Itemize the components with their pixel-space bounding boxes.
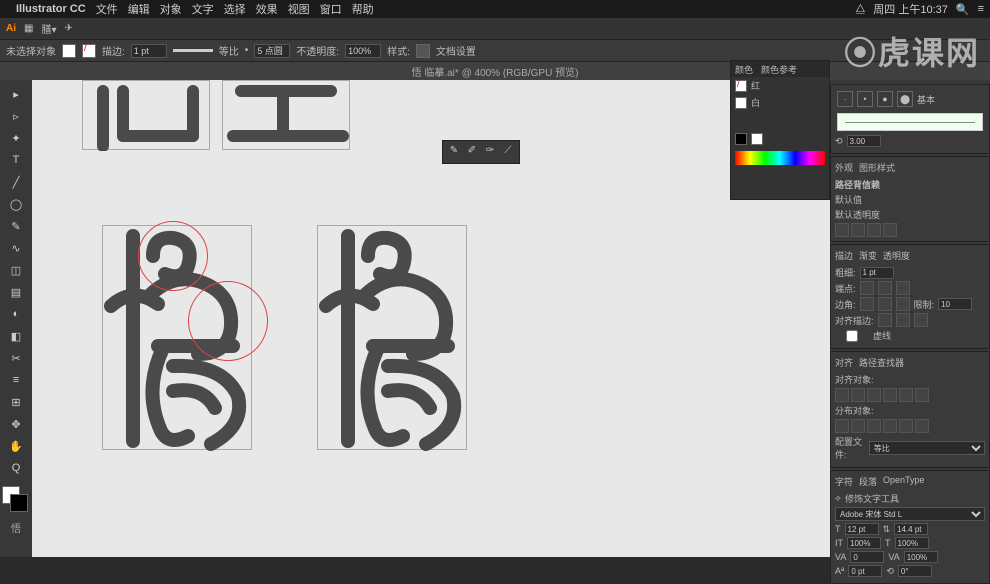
leading[interactable] xyxy=(894,523,928,535)
brush-preset-4[interactable]: ⬤ xyxy=(897,91,913,107)
float-tool-3[interactable]: ✑ xyxy=(483,145,497,159)
brush-def-input[interactable] xyxy=(254,44,290,58)
opacity-input[interactable] xyxy=(345,44,381,58)
brush-size-input[interactable] xyxy=(847,135,881,147)
style-swatch[interactable] xyxy=(416,44,430,58)
menu-type[interactable]: 文字 xyxy=(192,1,214,17)
hscale[interactable] xyxy=(895,537,929,549)
toolbox: ▸ ▹ ✦ T ╱ ◯ ✎ ∿ ◫ ▤ ◐ ◧ ✂ ≡ ⊞ ✥ ✋ Q 悟 xyxy=(0,80,32,557)
appearance-panel[interactable]: 外观图形样式 路径背信赖 默认值 默认透明度 xyxy=(830,156,990,242)
menu-edit[interactable]: 编辑 xyxy=(128,1,150,17)
menu-file[interactable]: 文件 xyxy=(96,1,118,17)
artboard-top-1[interactable] xyxy=(82,80,210,150)
slice-tool[interactable]: ✥ xyxy=(2,414,30,434)
menu-help[interactable]: 帮助 xyxy=(352,1,374,17)
vscale[interactable] xyxy=(847,537,881,549)
stroke-weight-input[interactable] xyxy=(131,44,167,58)
hand-tool[interactable]: ✋ xyxy=(2,436,30,456)
brush-preset-1[interactable]: · xyxy=(837,91,853,107)
wifi-icon[interactable]: ⧋ xyxy=(855,3,865,16)
color-panel[interactable]: 颜色颜色参考 /红 白 xyxy=(730,60,830,200)
uniform-label[interactable]: 等比 xyxy=(219,43,239,58)
line-tool[interactable]: ╱ xyxy=(2,172,30,192)
clock: 周四 上午10:37 xyxy=(873,1,948,17)
character-panel[interactable]: 字符段落OpenType ⟡修饰文字工具 Adobe 宋体 Std L T⇅ I… xyxy=(830,470,990,584)
zoom-tool[interactable]: Q xyxy=(2,458,30,478)
appearance-title: 路径背信赖 xyxy=(835,178,880,191)
brush-stroke-preview[interactable] xyxy=(837,113,983,131)
stroke-weight[interactable] xyxy=(860,267,894,279)
guide-circle-2[interactable] xyxy=(188,281,268,361)
scale-tool[interactable]: ▤ xyxy=(2,282,30,302)
float-tool-4[interactable]: ⟋ xyxy=(501,145,515,159)
brush-preset-3[interactable]: ● xyxy=(877,91,893,107)
paintbrush-tool[interactable]: ✎ xyxy=(2,216,30,236)
stroke-swatch[interactable]: / xyxy=(82,44,96,58)
float-tool-1[interactable]: ✎ xyxy=(447,145,461,159)
search-icon[interactable]: 🔍 xyxy=(956,3,970,16)
document-tab[interactable]: 悟 临摹.ai* @ 400% (RGB/GPU 预览) xyxy=(412,64,579,79)
brush-basic-label: 基本 xyxy=(917,93,935,106)
color-spectrum[interactable] xyxy=(735,151,825,165)
menu-select[interactable]: 选择 xyxy=(224,1,246,17)
stroke-label: 描边: xyxy=(102,43,125,58)
bridge-icon[interactable]: ▦ xyxy=(24,23,33,34)
menu-object[interactable]: 对象 xyxy=(160,1,182,17)
canvas-small-label: 悟 xyxy=(0,520,32,535)
pencil-tool[interactable]: ∿ xyxy=(2,238,30,258)
right-panels: · • ● ⬤ 基本 ⟲ 外观图形样式 路径背信赖 默认值 默认透明度 描边渐变… xyxy=(830,80,990,557)
artboard-tool[interactable]: ⊞ xyxy=(2,392,30,412)
font-size[interactable] xyxy=(845,523,879,535)
align-panel[interactable]: 对齐路径查找器 对齐对象: 分布对象: 配置文件:等比 xyxy=(830,351,990,468)
symbol-tool[interactable]: ≡ xyxy=(2,370,30,390)
miter-limit[interactable] xyxy=(938,298,972,310)
transform-select[interactable]: 等比 xyxy=(869,441,985,455)
arrange-icon[interactable]: ✈ xyxy=(64,23,72,34)
menu-view[interactable]: 视图 xyxy=(288,1,310,17)
shape-builder-tool[interactable]: ◧ xyxy=(2,326,30,346)
dash-checkbox[interactable] xyxy=(835,330,869,342)
direct-selection-tool[interactable]: ▹ xyxy=(2,106,30,126)
rotation[interactable] xyxy=(898,565,932,577)
tracking[interactable] xyxy=(904,551,938,563)
float-tool-2[interactable]: ✐ xyxy=(465,145,479,159)
no-selection-label: 未选择对象 xyxy=(6,43,56,58)
width-tool[interactable]: ◐ xyxy=(2,304,30,324)
shape-tool[interactable]: ◯ xyxy=(2,194,30,214)
document-tab-bar: 悟 临摹.ai* @ 400% (RGB/GPU 预览) xyxy=(0,62,990,80)
rotate-tool[interactable]: ◫ xyxy=(2,260,30,280)
control-bar: 未选择对象 / 描边: 等比 • 不透明度: 样式: 文档设置 xyxy=(0,40,990,62)
style-label: 样式: xyxy=(387,43,410,58)
baseline[interactable] xyxy=(848,565,882,577)
doc-setup-button[interactable]: 文档设置 xyxy=(436,43,476,58)
type-tool[interactable]: T xyxy=(2,150,30,170)
artboard-main-2[interactable] xyxy=(317,225,467,450)
opacity-label: 不透明度: xyxy=(296,43,339,58)
artboard-top-2[interactable] xyxy=(222,80,350,150)
doc-bar: Ai ▦ 膳▾ ✈ xyxy=(0,18,990,40)
artboard-main-1[interactable] xyxy=(102,225,252,450)
kerning[interactable] xyxy=(850,551,884,563)
scissors-tool[interactable]: ✂ xyxy=(2,348,30,368)
floating-tool-panel[interactable]: ✎ ✐ ✑ ⟋ xyxy=(442,140,520,164)
menu-icon[interactable]: ≡ xyxy=(978,3,984,15)
selection-tool[interactable]: ▸ xyxy=(2,84,30,104)
layout-dd[interactable]: 膳▾ xyxy=(41,21,56,36)
fill-swatch[interactable] xyxy=(62,44,76,58)
stroke-preview[interactable] xyxy=(173,49,213,52)
brush-preset-2[interactable]: • xyxy=(857,91,873,107)
stroke-panel[interactable]: 描边渐变透明度 粗细: 端点: 边角:限制: 对齐描边: 虚线 xyxy=(830,244,990,349)
menu-effect[interactable]: 效果 xyxy=(256,1,278,17)
guide-circle-1[interactable] xyxy=(138,221,208,291)
ai-logo: Ai xyxy=(6,23,16,34)
canvas[interactable]: ✎ ✐ ✑ ⟋ xyxy=(32,80,830,557)
color-swatches[interactable] xyxy=(0,486,28,514)
menu-window[interactable]: 窗口 xyxy=(320,1,342,17)
brushes-panel[interactable]: · • ● ⬤ 基本 ⟲ xyxy=(830,84,990,154)
magic-wand-tool[interactable]: ✦ xyxy=(2,128,30,148)
font-family-select[interactable]: Adobe 宋体 Std L xyxy=(835,507,985,521)
mac-menubar: Illustrator CC 文件 编辑 对象 文字 选择 效果 视图 窗口 帮… xyxy=(0,0,990,18)
app-name[interactable]: Illustrator CC xyxy=(16,3,86,15)
